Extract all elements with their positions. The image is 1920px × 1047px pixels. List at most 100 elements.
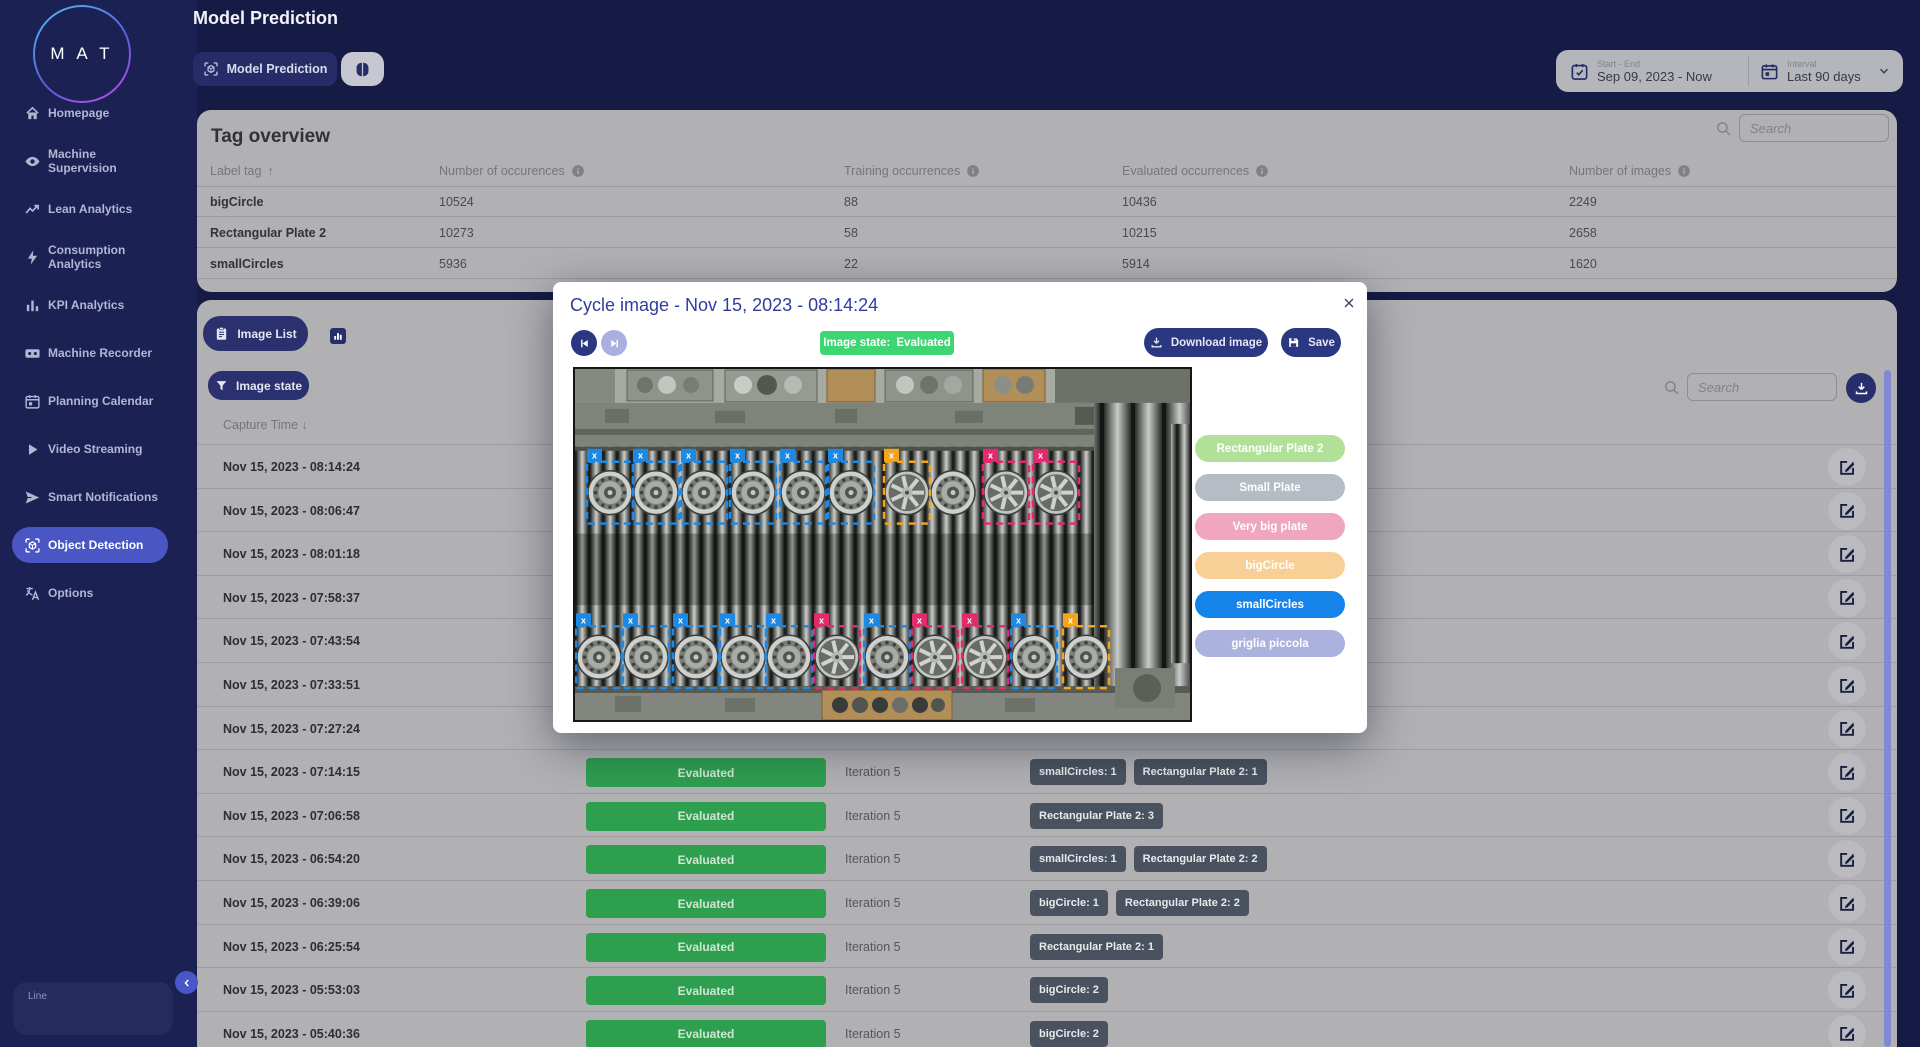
state-badge: Evaluated [586,801,826,831]
info-icon [1255,164,1269,178]
save-button[interactable]: Save [1281,328,1341,357]
cycle-image[interactable]: x x x x x x x x x x x x x x x x x x x x [573,367,1192,722]
column-header-number-of-occurences[interactable]: Number of occurences [439,163,585,179]
previous-image-button[interactable] [571,330,597,356]
interval-group[interactable]: Interval Last 90 days [1760,50,1861,92]
image-state-filter-button[interactable]: Image state [208,371,309,400]
sidebar-item-consumption-analytics[interactable]: Consumption Analytics [0,233,197,281]
svg-text:x: x [889,451,894,461]
image-state-badge: Image state: Evaluated [820,331,954,355]
edit-row-button[interactable] [1828,1014,1866,1047]
column-header-evaluated-occurrences[interactable]: Evaluated occurrences [1122,163,1269,179]
tag-overview-search-input[interactable] [1739,114,1889,142]
next-image-button[interactable] [601,330,627,356]
edit-row-button[interactable] [1828,622,1866,661]
edit-row-button[interactable] [1828,796,1866,835]
tag-chip: Rectangular Plate 2: 1 [1030,933,1163,960]
edit-row-button[interactable] [1828,535,1866,574]
edit-row-button[interactable] [1828,927,1866,966]
vertical-scrollbar[interactable] [1884,370,1891,1047]
column-header-training-occurrences[interactable]: Training occurrences [844,163,980,179]
sidebar-item-label: Smart Notifications [48,490,159,504]
svg-text:x: x [725,615,730,625]
capture-time: Nov 15, 2023 - 08:06:47 [223,503,360,518]
cell-training: 88 [844,195,858,209]
image-list-button[interactable]: Image List [203,316,308,351]
chevron-left-icon [181,977,193,989]
capture-time: Nov 15, 2023 - 05:40:36 [223,1026,360,1041]
image-list-row[interactable]: Nov 15, 2023 - 06:25:54 Evaluated Iteratio… [197,923,1897,968]
edit-icon [1838,937,1857,956]
tag-overview-panel: Tag overview Label tag ↑ Number of occuren… [197,110,1897,292]
image-list-row[interactable]: Nov 15, 2023 - 06:54:20 Evaluated Iteratio… [197,836,1897,880]
sidebar-item-machine-supervision[interactable]: Machine Supervision [0,137,197,185]
chart-view-button[interactable] [330,328,346,344]
line-panel[interactable]: Line [13,982,173,1035]
sidebar-item-smart-notifications[interactable]: Smart Notifications [0,473,197,521]
sidebar-item-homepage[interactable]: Homepage [0,89,197,137]
table-row[interactable]: bigCircle 10524 88 10436 2249 [197,185,1897,217]
close-icon [1341,295,1357,311]
sidebar-item-machine-recorder[interactable]: Machine Recorder [0,329,197,377]
sidebar-item-lean-analytics[interactable]: Lean Analytics [0,185,197,233]
image-list-button-label: Image List [237,326,297,341]
capture-time-column-header[interactable]: Capture Time ↓ [223,418,308,432]
label-chip-rectangular-plate-2[interactable]: Rectangular Plate 2 [1195,435,1345,462]
edit-row-button[interactable] [1828,491,1866,530]
sidebar-item-video-streaming[interactable]: Video Streaming [0,425,197,473]
label-chip-griglia-piccola[interactable]: griglia piccola [1195,630,1345,657]
export-download-button[interactable] [1846,373,1876,403]
sidebar-item-object-detection[interactable]: Object Detection [0,521,197,569]
ai-brain-button[interactable] [341,52,384,86]
edit-icon [1838,545,1857,564]
sidebar-item-planning-calendar[interactable]: Planning Calendar [0,377,197,425]
label-chip-small-plate[interactable]: Small Plate [1195,474,1345,501]
column-header-label-tag[interactable]: Label tag ↑ [210,163,274,179]
edit-row-button[interactable] [1828,884,1866,922]
image-state-badge-value: Evaluated [896,337,951,349]
sidebar-item-kpi-analytics[interactable]: KPI Analytics [0,281,197,329]
edit-row-button[interactable] [1828,666,1866,704]
sidebar: M A T Homepage Machine Supervision Lean An… [0,0,197,1047]
edit-row-button[interactable] [1828,709,1866,748]
sidebar-item-label: Machine Supervision [48,147,117,175]
logo-text: M A T [50,44,114,63]
svg-text:x: x [833,451,838,461]
capture-time: Nov 15, 2023 - 07:06:58 [223,808,360,823]
download-image-button[interactable]: Download image [1144,328,1268,357]
edit-row-button[interactable] [1828,753,1866,792]
edit-row-button[interactable] [1828,840,1866,879]
image-list-row[interactable]: Nov 15, 2023 - 06:39:06 Evaluated Iteratio… [197,880,1897,924]
table-row[interactable]: smallCircles 5936 22 5914 1620 [197,247,1897,278]
tab-model-prediction[interactable]: Model Prediction [193,52,337,86]
label-chip-very-big-plate[interactable]: Very big plate [1195,513,1345,540]
iteration-label: Iteration 5 [845,896,901,910]
tag-chip: smallCircles: 1 [1030,846,1126,873]
chevron-down-icon[interactable] [1877,64,1891,78]
image-list-row[interactable]: Nov 15, 2023 - 07:14:15 Evaluated Iteratio… [197,749,1897,793]
sidebar-item-options[interactable]: Options [0,569,197,617]
image-list-search-input[interactable] [1687,373,1837,401]
sidebar-item-label: Lean Analytics [48,202,133,216]
edit-row-button[interactable] [1828,578,1866,617]
sidebar-collapse-button[interactable] [175,971,198,994]
date-range-control[interactable]: Start - End Sep 09, 2023 - Now Interval … [1556,50,1903,92]
skip-previous-icon [578,337,591,350]
image-list-row[interactable]: Nov 15, 2023 - 05:40:36 Evaluated Iteratio… [197,1010,1897,1047]
capture-time: Nov 15, 2023 - 07:33:51 [223,678,360,692]
capture-time: Nov 15, 2023 - 08:14:24 [223,460,360,474]
label-chip-smallcircles[interactable]: smallCircles [1195,591,1345,618]
table-row[interactable]: Rectangular Plate 2 10273 58 10215 2658 [197,216,1897,247]
tag-chip: smallCircles: 1 [1030,759,1126,786]
column-header-number-of-images[interactable]: Number of images [1569,163,1691,179]
image-list-row[interactable]: Nov 15, 2023 - 07:06:58 Evaluated Iteratio… [197,792,1897,837]
svg-text:x: x [678,615,683,625]
close-button[interactable] [1339,294,1359,314]
edit-row-button[interactable] [1828,448,1866,486]
cube-scan-icon [24,537,41,554]
label-chip-bigcircle[interactable]: bigCircle [1195,552,1345,579]
edit-row-button[interactable] [1828,971,1866,1010]
image-list-row[interactable]: Nov 15, 2023 - 05:53:03 Evaluated Iteratio… [197,967,1897,1011]
cell-label: bigCircle [210,195,264,209]
date-range-group[interactable]: Start - End Sep 09, 2023 - Now [1570,50,1712,92]
